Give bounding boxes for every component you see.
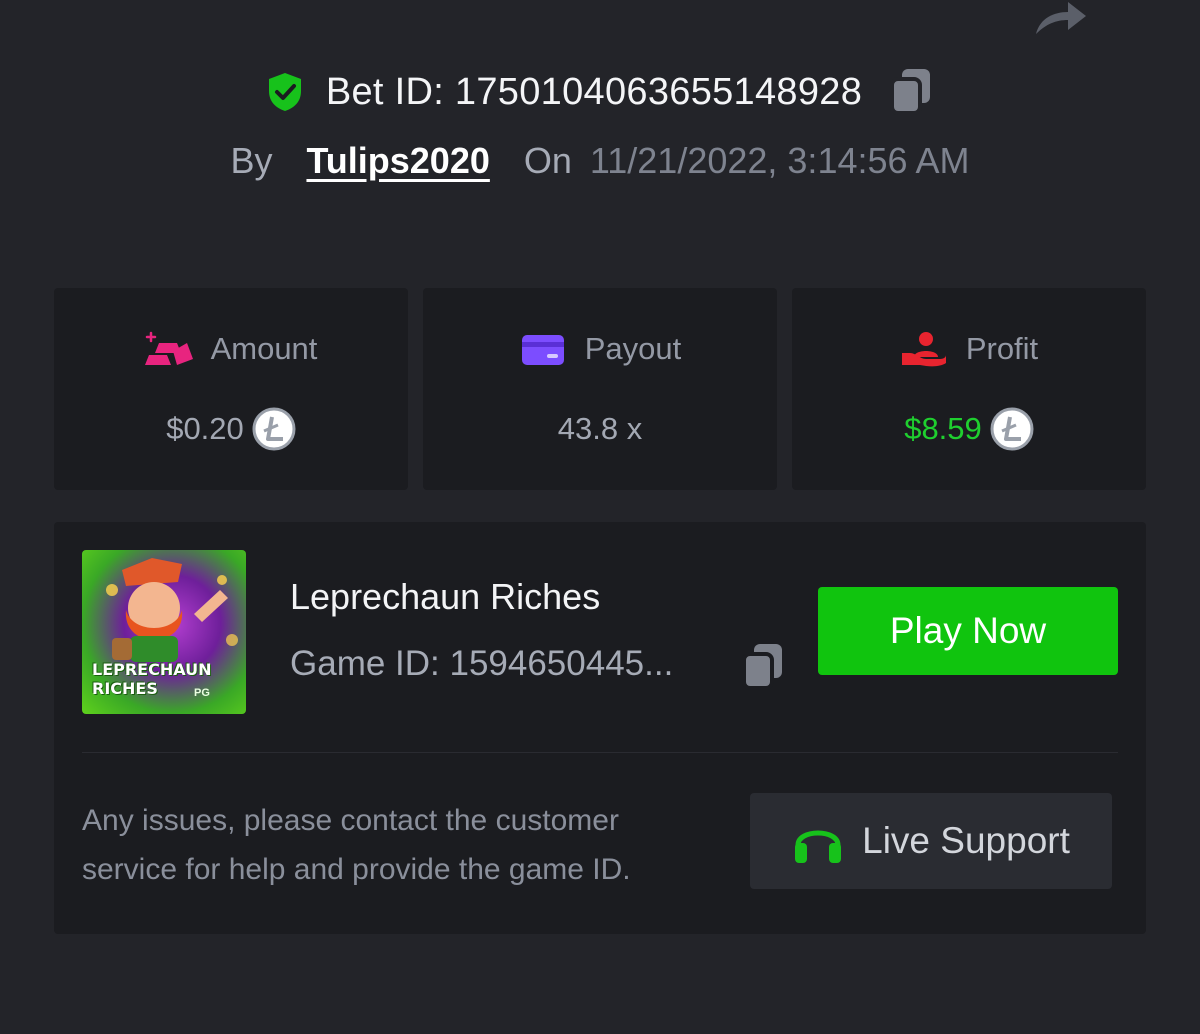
game-thumbnail[interactable]: LEPRECHAUN RICHES PG (82, 550, 246, 714)
game-panel: LEPRECHAUN RICHES PG Leprechaun Riches G… (54, 522, 1146, 934)
thumbnail-title: LEPRECHAUN RICHES (92, 660, 212, 698)
copy-game-id-icon[interactable] (740, 642, 786, 692)
payout-card: Payout 43.8 x (423, 288, 777, 490)
game-name: Leprechaun Riches (290, 576, 601, 617)
amount-card: Amount $0.20 (54, 288, 408, 490)
username-link[interactable]: Tulips2020 (306, 140, 489, 182)
amount-value: $0.20 (166, 411, 244, 446)
live-support-button[interactable]: Live Support (750, 793, 1112, 889)
hand-person-icon (900, 329, 948, 369)
litecoin-icon (990, 407, 1034, 451)
on-label: On (523, 140, 572, 181)
pg-logo: PG (194, 687, 210, 699)
headset-icon (792, 817, 844, 865)
game-id: Game ID: 1594650445... (290, 644, 674, 683)
copy-bet-id-icon[interactable] (888, 67, 934, 117)
bet-id-row: Bet ID: 1750104063655148928 (0, 64, 1200, 120)
bet-detail-page: Bet ID: 1750104063655148928 By Tulips202… (0, 0, 1200, 1034)
bet-meta-row: By Tulips2020 On 11/21/2022, 3:14:56 AM (0, 138, 1200, 184)
shield-check-icon (266, 71, 304, 113)
gold-bars-icon (144, 329, 193, 369)
payout-label: Payout (584, 331, 682, 366)
live-support-label: Live Support (862, 820, 1070, 861)
by-label: By (230, 140, 273, 181)
amount-label: Amount (210, 331, 318, 366)
divider (82, 752, 1118, 753)
support-help-text: Any issues, please contact the customer … (82, 804, 631, 886)
profit-card: Profit $8.59 (792, 288, 1146, 490)
litecoin-icon (252, 407, 296, 451)
profit-label: Profit (965, 331, 1039, 366)
payout-value: 43.8 x (557, 411, 643, 446)
bet-datetime: 11/21/2022, 3:14:56 AM (589, 140, 970, 181)
profit-value: $8.59 (904, 411, 982, 446)
card-icon (519, 329, 567, 369)
play-now-button[interactable]: Play Now (818, 587, 1118, 675)
bet-id: Bet ID: 1750104063655148928 (325, 70, 863, 113)
share-icon[interactable] (1030, 0, 1090, 36)
